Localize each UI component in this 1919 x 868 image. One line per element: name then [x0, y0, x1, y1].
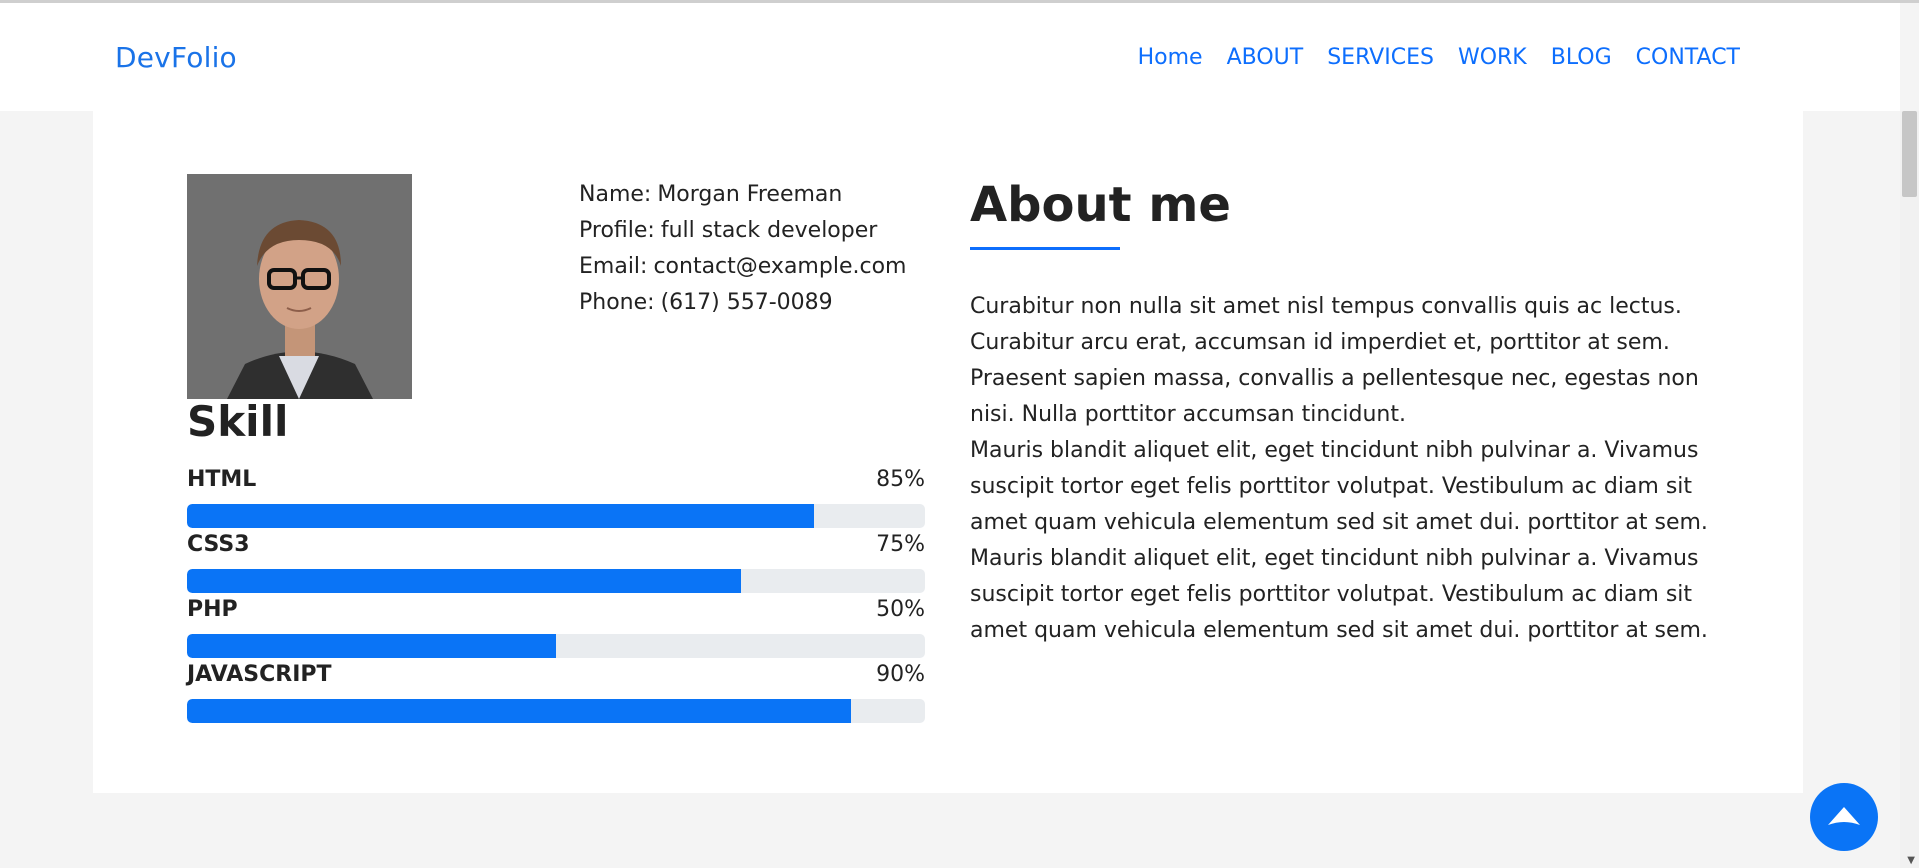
brand-logo[interactable]: DevFolio [115, 41, 237, 74]
about-heading: About me [970, 177, 1231, 233]
main-nav: Home ABOUT SERVICES WORK BLOG CONTACT [1138, 45, 1740, 70]
progress-fill [187, 569, 741, 593]
profile-label: Profile: [579, 218, 655, 243]
back-to-top-button[interactable] [1810, 783, 1878, 851]
nav-work[interactable]: WORK [1458, 45, 1527, 70]
skill-percent: 85% [876, 467, 925, 492]
skill-name: HTML [187, 467, 257, 492]
name-value: Morgan Freeman [657, 182, 843, 207]
skill-javascript: JAVASCRIPT 90% [187, 659, 925, 724]
profile-photo [187, 174, 412, 399]
progress-bar [187, 634, 925, 658]
profile-info: Name: Morgan Freeman Profile: full stack… [579, 177, 906, 321]
skill-css3: CSS3 75% [187, 529, 925, 594]
about-text: Curabitur non nulla sit amet nisl tempus… [970, 289, 1730, 649]
progress-bar [187, 699, 925, 723]
nav-about[interactable]: ABOUT [1227, 45, 1304, 70]
skill-percent: 50% [876, 597, 925, 622]
about-heading-underline [970, 247, 1120, 250]
about-paragraph: Mauris blandit aliquet elit, eget tincid… [970, 546, 1708, 643]
skill-name: JAVASCRIPT [187, 662, 332, 687]
chevron-up-icon [1828, 807, 1860, 825]
progress-fill [187, 699, 852, 723]
phone-value: (617) 557-0089 [660, 290, 833, 315]
nav-contact[interactable]: CONTACT [1636, 45, 1740, 70]
skill-html: HTML 85% [187, 464, 925, 529]
info-profile: Profile: full stack developer [579, 213, 906, 249]
skill-percent: 75% [876, 532, 925, 557]
info-phone: Phone: (617) 557-0089 [579, 285, 906, 321]
skill-percent: 90% [876, 662, 925, 687]
about-paragraph: Curabitur non nulla sit amet nisl tempus… [970, 294, 1699, 427]
email-label: Email: [579, 254, 648, 279]
skill-list: HTML 85% CSS3 75% PHP 50% JAVASCRIPT 90% [187, 464, 925, 724]
nav-blog[interactable]: BLOG [1551, 45, 1612, 70]
name-label: Name: [579, 182, 652, 207]
about-paragraph: Mauris blandit aliquet elit, eget tincid… [970, 438, 1708, 535]
progress-fill [187, 504, 815, 528]
skill-name: PHP [187, 597, 238, 622]
progress-bar [187, 569, 925, 593]
info-email: Email: contact@example.com [579, 249, 906, 285]
skill-heading: Skill [187, 397, 289, 446]
scroll-down-arrow[interactable]: ▼ [1907, 855, 1915, 866]
navbar: DevFolio Home ABOUT SERVICES WORK BLOG C… [0, 3, 1900, 111]
email-value: contact@example.com [653, 254, 907, 279]
nav-home[interactable]: Home [1138, 45, 1203, 70]
skill-name: CSS3 [187, 532, 250, 557]
nav-services[interactable]: SERVICES [1327, 45, 1434, 70]
info-name: Name: Morgan Freeman [579, 177, 906, 213]
page-scrollbar[interactable]: ▼ [1900, 111, 1919, 868]
progress-bar [187, 504, 925, 528]
progress-fill [187, 634, 556, 658]
about-section: Name: Morgan Freeman Profile: full stack… [93, 111, 1803, 793]
scrollbar-thumb[interactable] [1902, 111, 1917, 197]
skill-php: PHP 50% [187, 594, 925, 659]
profile-value: full stack developer [660, 218, 878, 243]
phone-label: Phone: [579, 290, 655, 315]
